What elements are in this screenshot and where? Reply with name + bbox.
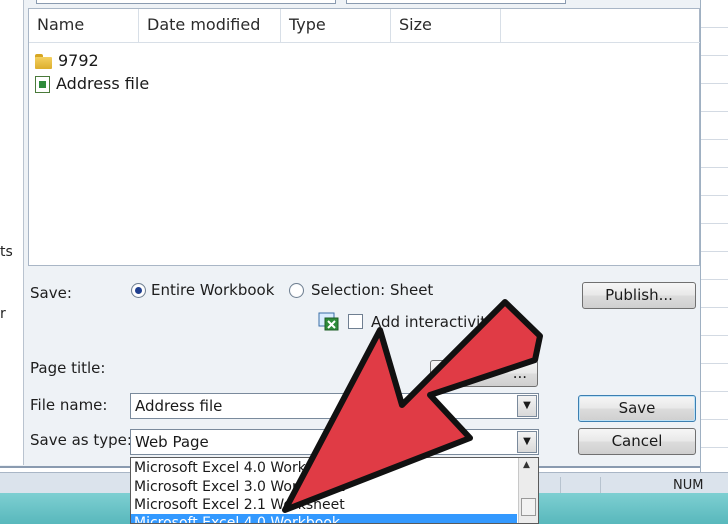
nav-fragment: ts: [0, 244, 13, 260]
address-bar-area: [28, 0, 700, 6]
type-option[interactable]: Microsoft Excel 3.0 Worksheet: [134, 478, 345, 497]
file-name-label: File name:: [30, 396, 108, 414]
num-lock-indicator: NUM: [673, 478, 704, 493]
entire-workbook-label[interactable]: Entire Workbook: [151, 281, 274, 299]
file-name-text: 9792: [58, 51, 99, 70]
options-scrollbar[interactable]: ▲: [518, 458, 538, 523]
spreadsheet-edge: [700, 0, 728, 480]
column-header-blank: [501, 9, 700, 43]
column-header-type[interactable]: Type: [281, 9, 391, 43]
add-interactivity-label[interactable]: Add interactivity: [371, 313, 495, 331]
navigation-pane[interactable]: ts r: [0, 0, 24, 465]
change-title-label: ...: [512, 364, 527, 382]
save-as-type-select[interactable]: Web Page: [130, 429, 539, 455]
file-name-dropdown-button[interactable]: ▼: [517, 395, 537, 417]
excel-file-icon: [35, 75, 50, 93]
type-option[interactable]: Microsoft Excel 2.1 Worksheet: [134, 496, 345, 515]
selection-sheet-label[interactable]: Selection: Sheet: [311, 281, 433, 299]
cancel-button[interactable]: Cancel: [578, 428, 696, 455]
file-name-input[interactable]: Address file: [130, 393, 539, 419]
excel-interactivity-icon: [318, 312, 340, 332]
column-header-name[interactable]: Name: [29, 9, 139, 43]
selection-sheet-radio[interactable]: [289, 283, 304, 298]
type-option[interactable]: Microsoft Excel 4.0 Worksheet: [134, 459, 345, 478]
save-as-type-options[interactable]: Microsoft Excel 4.0 Worksheet Microsoft …: [130, 457, 539, 524]
save-as-type-label: Save as type:: [30, 431, 132, 449]
list-item[interactable]: Address file: [35, 73, 149, 95]
list-item[interactable]: 9792: [35, 50, 99, 72]
save-button[interactable]: Save: [578, 395, 696, 422]
type-option-selected[interactable]: Microsoft Excel 4.0 Workbook: [131, 514, 517, 523]
file-list[interactable]: Name Date modified Type Size 9792 Addres…: [28, 8, 700, 266]
nav-fragment: r: [0, 306, 6, 322]
search-box[interactable]: [346, 0, 566, 4]
file-name-text: Address file: [56, 74, 150, 93]
column-header-size[interactable]: Size: [391, 9, 501, 43]
entire-workbook-radio[interactable]: [131, 283, 146, 298]
add-interactivity-checkbox[interactable]: [348, 314, 363, 329]
column-header-date-modified[interactable]: Date modified: [139, 9, 281, 43]
scroll-up-icon[interactable]: ▲: [523, 460, 530, 470]
scroll-thumb[interactable]: [521, 498, 536, 516]
page-title-label: Page title:: [30, 359, 106, 377]
address-bar[interactable]: [36, 0, 336, 4]
change-title-button[interactable]: ...: [430, 360, 538, 387]
folder-icon: [35, 53, 52, 69]
publish-button[interactable]: Publish...: [582, 282, 696, 309]
save-as-type-dropdown-button[interactable]: ▼: [517, 431, 537, 453]
save-label: Save:: [30, 284, 72, 302]
